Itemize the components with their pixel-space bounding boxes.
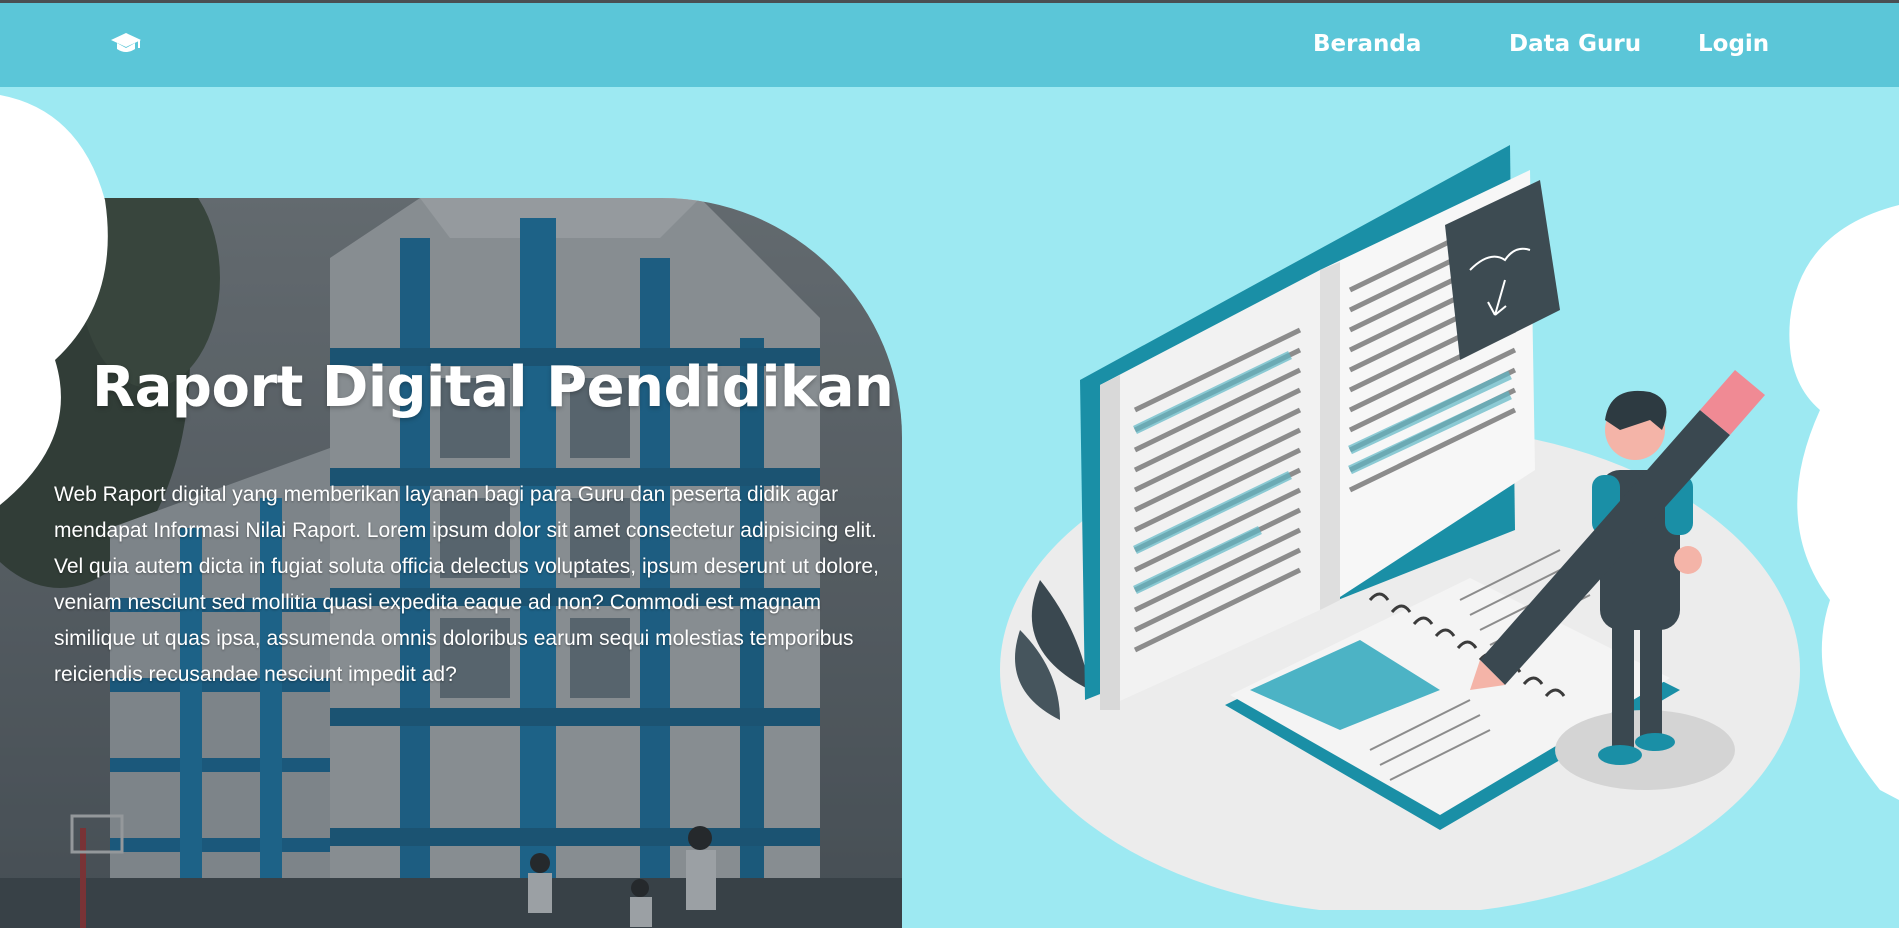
nav-link-beranda[interactable]: Beranda <box>1313 31 1421 57</box>
book-and-student-illustration <box>1000 130 1840 915</box>
navbar: Beranda Data Guru Login <box>0 3 1899 87</box>
hero-description: Web Raport digital yang memberikan layan… <box>54 483 879 686</box>
nav-link-login[interactable]: Login <box>1698 31 1769 57</box>
hero-title: Raport Digital Pendidikan <box>92 355 894 420</box>
nav-link-data-guru[interactable]: Data Guru <box>1509 31 1641 57</box>
graduation-cap-icon[interactable] <box>110 31 142 57</box>
